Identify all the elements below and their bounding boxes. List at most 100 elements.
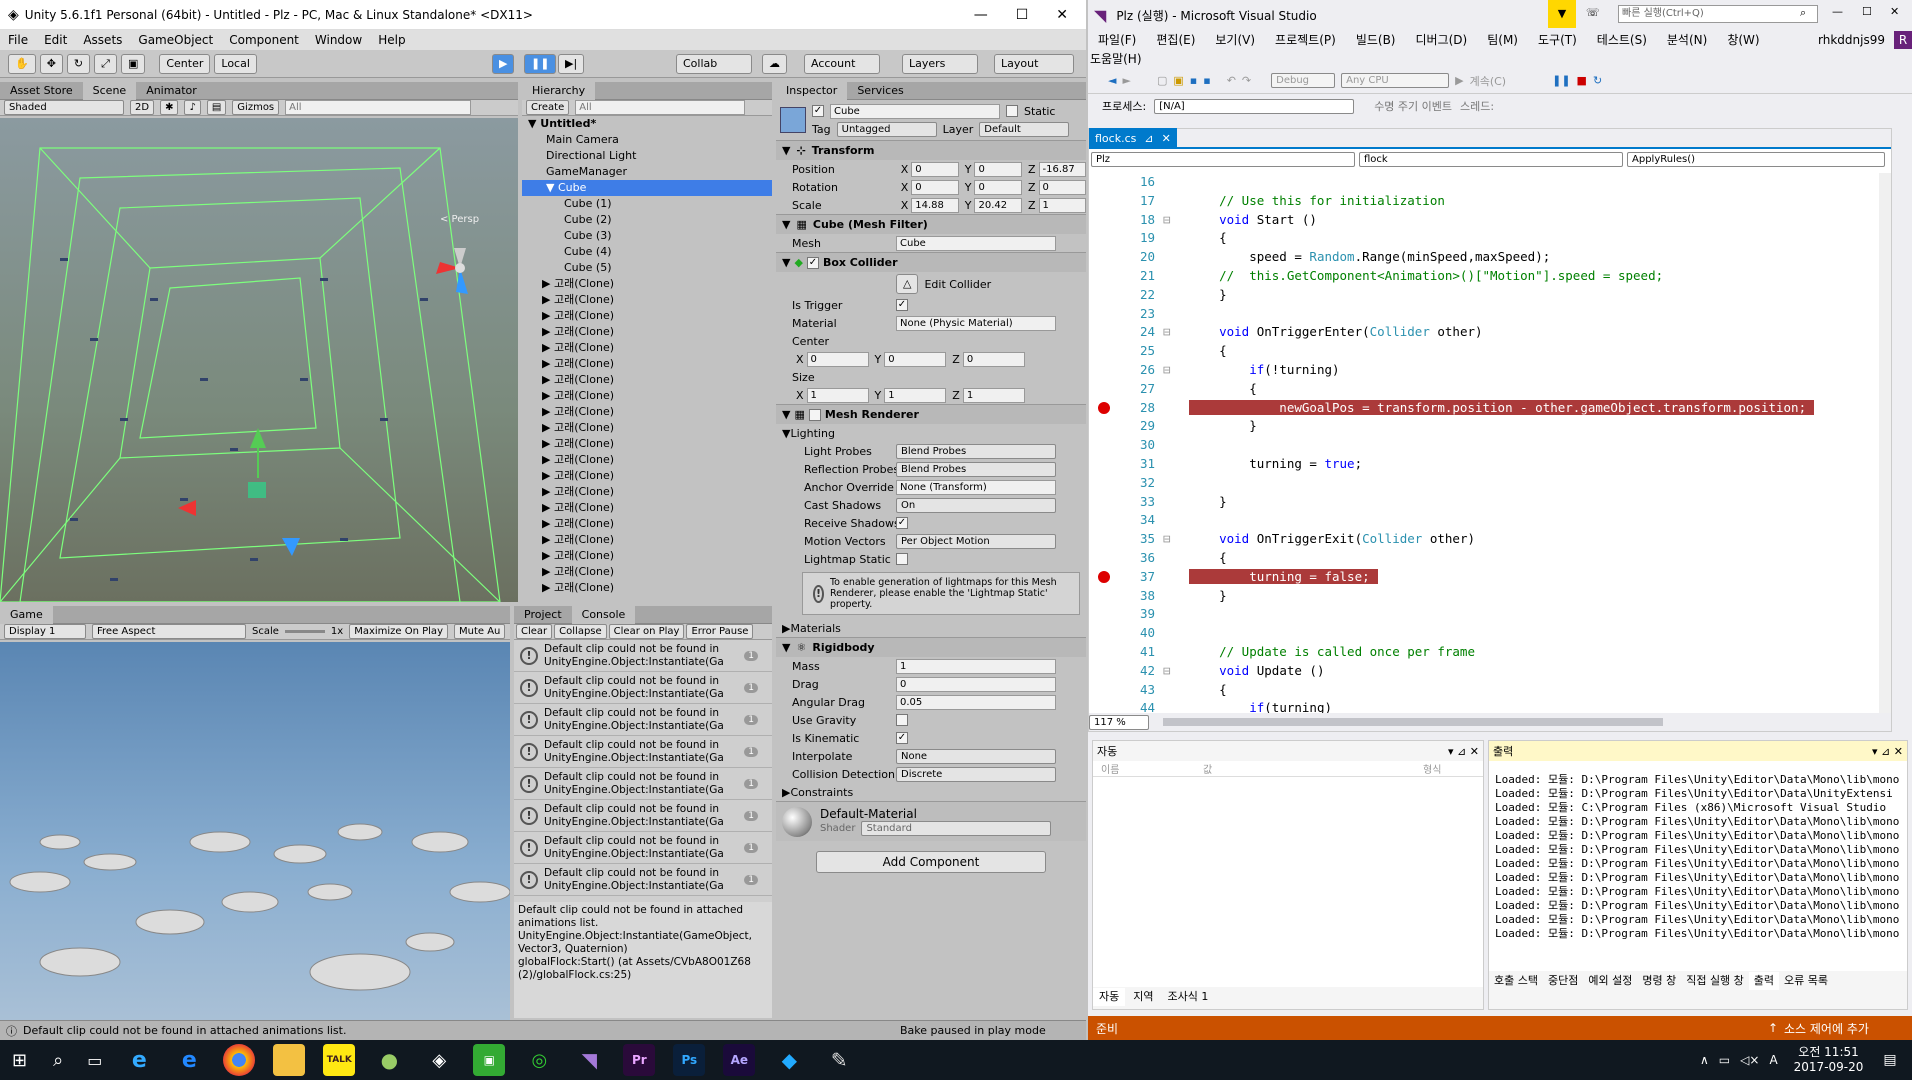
- collider-material-field[interactable]: None (Physic Material): [896, 315, 1056, 331]
- bottom-tab[interactable]: 호출 스택: [1489, 972, 1543, 990]
- expand-arrow-icon[interactable]: ▶: [542, 405, 554, 418]
- code-line[interactable]: 33 }: [1089, 493, 1879, 512]
- tab-inspector[interactable]: Inspector: [776, 82, 848, 100]
- fold-toggle-icon[interactable]: ⊟: [1163, 323, 1189, 342]
- vs-menu-view[interactable]: 보기(V): [1205, 30, 1265, 50]
- expand-arrow-icon[interactable]: ▶: [542, 325, 554, 338]
- center-y-field[interactable]: 0: [884, 351, 947, 367]
- layer-dropdown[interactable]: Default: [979, 121, 1070, 137]
- expand-arrow-icon[interactable]: ▶: [542, 341, 554, 354]
- rotate-tool-icon[interactable]: ↻: [66, 53, 91, 74]
- expand-arrow-icon[interactable]: ▼: [546, 181, 558, 194]
- console-entry[interactable]: ! Default clip could not be found in Unity…: [514, 832, 772, 864]
- photoshop-icon[interactable]: Ps: [673, 1044, 706, 1076]
- scale-z-field[interactable]: 1: [1038, 197, 1086, 213]
- bottom-tab[interactable]: 예외 설정: [1583, 972, 1637, 990]
- vs-user[interactable]: rhkddnjs99: [1808, 30, 1895, 50]
- expand-arrow-icon[interactable]: ▶: [542, 517, 554, 530]
- edge-icon[interactable]: e: [173, 1044, 205, 1076]
- menu-file[interactable]: File: [0, 30, 36, 50]
- kakaotalk-icon[interactable]: TALK: [323, 1044, 356, 1076]
- continue-label[interactable]: 계속(C): [1470, 73, 1507, 89]
- angular-drag-field[interactable]: 0.05: [896, 694, 1056, 710]
- hierarchy-item[interactable]: Cube (2): [522, 212, 772, 228]
- lightmap-static-checkbox[interactable]: [896, 553, 908, 565]
- project-nav-dropdown[interactable]: Plz: [1091, 151, 1355, 167]
- console-collapse-toggle[interactable]: Collapse: [554, 624, 607, 639]
- hierarchy-item[interactable]: ▶ 고래(Clone): [522, 484, 772, 500]
- redo-icon[interactable]: ↷: [1242, 74, 1251, 87]
- hierarchy-item[interactable]: ▶ 고래(Clone): [522, 292, 772, 308]
- static-checkbox[interactable]: [1006, 105, 1018, 117]
- code-line[interactable]: 41 // Update is called once per frame: [1089, 643, 1879, 662]
- break-all-icon[interactable]: ❚❚: [1552, 74, 1570, 87]
- platform-dropdown[interactable]: Any CPU: [1341, 73, 1450, 88]
- expand-arrow-icon[interactable]: ▶: [542, 293, 554, 306]
- lighting-foldout[interactable]: ▼ Lighting: [776, 424, 1086, 442]
- maximize-icon[interactable]: ☐: [1016, 7, 1029, 23]
- meshfilter-header[interactable]: ▼ ▦ Cube (Mesh Filter): [776, 214, 1086, 234]
- notification-icon[interactable]: ▤: [1883, 1052, 1896, 1068]
- tab-hierarchy[interactable]: Hierarchy: [522, 81, 596, 100]
- green-app-icon[interactable]: ▣: [473, 1044, 506, 1076]
- quick-launch-input[interactable]: 빠른 실행(Ctrl+Q): [1618, 5, 1818, 23]
- hierarchy-item[interactable]: ▶ 고래(Clone): [522, 404, 772, 420]
- size-x-field[interactable]: 1: [806, 387, 869, 403]
- receive-shadows-checkbox[interactable]: ✓: [896, 517, 908, 529]
- autos-col-type[interactable]: 형식: [1423, 761, 1441, 776]
- output-close-icon[interactable]: ▾ ⊿ ✕: [1872, 745, 1907, 758]
- rotation-x-field[interactable]: 0: [911, 179, 959, 195]
- taskbar-search-icon[interactable]: ⌕: [53, 1050, 63, 1071]
- boxcollider-enabled-checkbox[interactable]: ✓: [806, 256, 819, 269]
- code-line[interactable]: 37 turning = false;: [1089, 568, 1879, 587]
- add-component-button[interactable]: Add Component: [816, 851, 1046, 873]
- network-icon[interactable]: ▭: [1719, 1053, 1730, 1067]
- restart-icon[interactable]: ↻: [1593, 74, 1602, 87]
- hierarchy-item[interactable]: ▶ 고래(Clone): [522, 580, 772, 596]
- shaded-dropdown[interactable]: Shaded: [4, 100, 124, 115]
- breakpoint-icon[interactable]: [1097, 400, 1111, 415]
- filter-icon[interactable]: ▼: [1548, 0, 1576, 28]
- expand-arrow-icon[interactable]: ▶: [542, 501, 554, 514]
- boxcollider-header[interactable]: ▼ ◆ ✓ Box Collider: [776, 252, 1086, 272]
- hierarchy-item[interactable]: ▶ 고래(Clone): [522, 324, 772, 340]
- gizmos-dropdown[interactable]: Gizmos: [232, 100, 280, 115]
- code-line[interactable]: 24 ⊟ void OnTriggerEnter(Collider other): [1089, 323, 1879, 342]
- hierarchy-item[interactable]: GameManager: [522, 164, 772, 180]
- size-z-field[interactable]: 1: [962, 387, 1025, 403]
- process-dropdown[interactable]: [N/A]: [1154, 98, 1355, 114]
- expand-arrow-icon[interactable]: ▶: [542, 453, 554, 466]
- bottom-tab[interactable]: 오류 목록: [1779, 972, 1833, 990]
- pin-app-icon[interactable]: ◆: [773, 1044, 805, 1076]
- interpolate-dropdown[interactable]: None: [896, 748, 1056, 764]
- hierarchy-item[interactable]: ▶ 고래(Clone): [522, 548, 772, 564]
- paint-app-icon[interactable]: ✎: [823, 1044, 855, 1076]
- audio-toggle-icon[interactable]: ♪: [184, 100, 201, 115]
- continue-icon[interactable]: ▶: [1455, 74, 1463, 87]
- hand-tool-icon[interactable]: ✋: [8, 53, 36, 74]
- hierarchy-item[interactable]: Main Camera: [522, 132, 772, 148]
- vs-menu-help[interactable]: 도움말(H): [1088, 49, 1152, 69]
- scale-x-field[interactable]: 14.88: [911, 197, 959, 213]
- bottom-tab[interactable]: 출력: [1748, 972, 1780, 990]
- chrome-icon[interactable]: [223, 1044, 256, 1076]
- hierarchy-item[interactable]: ▶ 고래(Clone): [522, 276, 772, 292]
- code-line[interactable]: 18 ⊟ void Start (): [1089, 211, 1879, 230]
- scene-search-input[interactable]: All: [285, 100, 472, 115]
- expand-arrow-icon[interactable]: ▶: [542, 533, 554, 546]
- cast-shadows-dropdown[interactable]: On: [896, 497, 1056, 513]
- breakpoint-icon[interactable]: [1097, 569, 1111, 584]
- console-entry[interactable]: ! Default clip could not be found in Unity…: [514, 768, 772, 800]
- new-file-icon[interactable]: ▢: [1157, 74, 1167, 87]
- hierarchy-item[interactable]: Cube (4): [522, 244, 772, 260]
- camera-app-icon[interactable]: ◎: [523, 1044, 555, 1076]
- code-line[interactable]: 19 {: [1089, 229, 1879, 248]
- vs-menu-build[interactable]: 빌드(B): [1346, 30, 1406, 50]
- clock-date[interactable]: 2017-09-20: [1794, 1060, 1864, 1075]
- vs-minimize-icon[interactable]: —: [1832, 5, 1843, 18]
- unity-taskbar-icon[interactable]: ◈: [423, 1044, 455, 1076]
- source-control-icon[interactable]: ↑: [1768, 1021, 1778, 1035]
- vs-menu-window[interactable]: 창(W): [1717, 30, 1769, 50]
- code-line[interactable]: 30: [1089, 436, 1879, 455]
- code-line[interactable]: 27 {: [1089, 380, 1879, 399]
